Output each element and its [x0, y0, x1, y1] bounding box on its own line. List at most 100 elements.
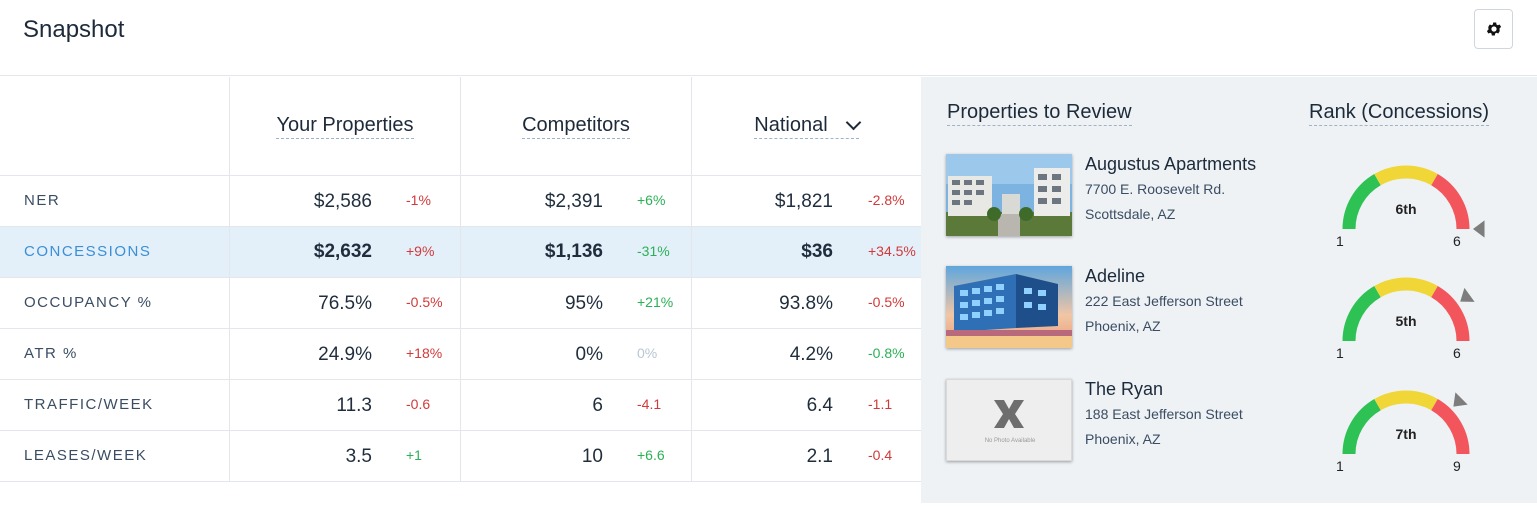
row-label: CONCESSIONS: [24, 243, 152, 260]
table-cell: $36 +34.5%: [691, 227, 921, 277]
gear-icon: [1486, 22, 1501, 36]
table-cell: $2,632 +9%: [229, 227, 460, 277]
cell-value: 6: [592, 395, 603, 416]
table-cell: 6 -4.1: [460, 380, 691, 430]
property-item[interactable]: No Photo Available The Ryan 188 East Jeffe…: [946, 379, 1366, 463]
rank-label: 5th: [1395, 313, 1417, 329]
table-cell: 2.1 -0.4: [691, 431, 921, 481]
cell-value: $2,632: [313, 241, 372, 262]
gauge-min-label: 1: [1336, 233, 1344, 249]
column-header-your-properties[interactable]: Your Properties: [229, 77, 460, 176]
property-address-line1: 7700 E. Roosevelt Rd.: [1085, 181, 1226, 197]
page-header: Snapshot: [0, 0, 1537, 76]
gauge-min-label: 1: [1336, 345, 1344, 361]
rank-label: 7th: [1395, 426, 1417, 442]
settings-button[interactable]: [1474, 9, 1513, 49]
cell-value: 6.4: [806, 395, 833, 416]
column-label: Competitors: [522, 114, 630, 139]
table-cell: $2,586 -1%: [229, 176, 460, 226]
cell-change: -1.1: [868, 396, 893, 412]
property-thumbnail[interactable]: [946, 266, 1072, 348]
cell-change: -1%: [406, 192, 431, 208]
rank-concessions-title[interactable]: Rank (Concessions): [1309, 101, 1490, 126]
page-title: Snapshot: [23, 16, 125, 43]
table-cell: 93.8% -0.5%: [691, 278, 921, 328]
cell-value: 10: [581, 446, 603, 467]
cell-value: 11.3: [336, 395, 372, 416]
rank-gauge: 7th 1 9: [1326, 374, 1486, 474]
rank-pointer: [1473, 220, 1485, 238]
column-label: Your Properties: [276, 114, 414, 139]
table-cell: 0% 0%: [460, 329, 691, 379]
table-cell: $1,136 -31%: [460, 227, 691, 277]
property-name[interactable]: The Ryan: [1085, 379, 1163, 400]
cell-change: -2.8%: [868, 192, 905, 208]
property-thumbnail[interactable]: [946, 154, 1072, 236]
table-cell: 24.9% +18%: [229, 329, 460, 379]
cell-change: -31%: [637, 243, 670, 259]
row-label: LEASES/WEEK: [24, 447, 148, 464]
property-address-line2: Phoenix, AZ: [1085, 431, 1161, 447]
cell-value: 2.1: [806, 446, 833, 467]
property-address-line2: Phoenix, AZ: [1085, 318, 1161, 334]
cell-value: $36: [801, 241, 833, 262]
cell-change: -0.4: [868, 447, 893, 463]
gauge-max-label: 6: [1453, 233, 1461, 249]
table-row[interactable]: CONCESSIONS $2,632 +9% $1,136 -31% $36 +34.5%: [0, 227, 921, 278]
cell-value: 93.8%: [779, 293, 833, 314]
property-thumbnail[interactable]: No Photo Available: [946, 379, 1072, 461]
property-address-line2: Scottsdale, AZ: [1085, 206, 1176, 222]
cell-value: $1,821: [774, 191, 833, 212]
column-header-competitors[interactable]: Competitors: [460, 77, 691, 176]
table-row[interactable]: NER $2,586 -1% $2,391 +6% $1,821 -2.8%: [0, 176, 921, 227]
cell-value: $1,136: [544, 241, 603, 262]
property-item[interactable]: Augustus Apartments 7700 E. Roosevelt Rd.…: [946, 154, 1366, 238]
property-name[interactable]: Adeline: [1085, 266, 1145, 287]
cell-value: 76.5%: [318, 293, 372, 314]
cell-change: -0.6: [406, 396, 431, 412]
property-address-line1: 222 East Jefferson Street: [1085, 293, 1243, 309]
row-label: OCCUPANCY %: [24, 294, 153, 311]
table-row[interactable]: TRAFFIC/WEEK 11.3 -0.6 6 -4.1 6.4 -1.1: [0, 380, 921, 431]
cell-change: +21%: [637, 294, 674, 310]
cell-change: 0%: [637, 345, 658, 361]
table-cell: 3.5 +1: [229, 431, 460, 481]
gauge-min-label: 1: [1336, 458, 1344, 474]
properties-to-review-panel: Properties to Review Rank (Concessions) …: [921, 77, 1537, 503]
rank-pointer: [1453, 392, 1468, 407]
cell-value: 95%: [564, 293, 603, 314]
cell-change: -0.5%: [406, 294, 443, 310]
table-cell: $2,391 +6%: [460, 176, 691, 226]
cell-change: +6.6: [637, 447, 665, 463]
cell-change: -0.5%: [868, 294, 905, 310]
cell-value: 4.2%: [789, 344, 833, 365]
gauge-max-label: 6: [1453, 345, 1461, 361]
table-cell: 6.4 -1.1: [691, 380, 921, 430]
property-name[interactable]: Augustus Apartments: [1085, 154, 1256, 175]
cell-change: +18%: [406, 345, 443, 361]
cell-value: 0%: [575, 344, 603, 365]
snapshot-table: Your Properties Competitors National NER…: [0, 77, 921, 482]
rank-gauge: 5th 1 6: [1326, 261, 1486, 361]
national-select: National: [754, 114, 861, 139]
table-row[interactable]: LEASES/WEEK 3.5 +1 10 +6.6 2.1 -0.4: [0, 431, 921, 482]
rank-label: 6th: [1395, 201, 1417, 217]
properties-to-review-title[interactable]: Properties to Review: [947, 101, 1132, 126]
rank-gauge: 6th 1 6: [1326, 149, 1486, 249]
cell-change: +1: [406, 447, 422, 463]
rank-pointer: [1460, 287, 1475, 302]
cell-change: +6%: [637, 192, 666, 208]
table-cell: 76.5% -0.5%: [229, 278, 460, 328]
property-item[interactable]: Adeline 222 East Jefferson Street Phoenix,…: [946, 266, 1366, 350]
cell-value: $2,391: [544, 191, 603, 212]
table-cell: 11.3 -0.6: [229, 380, 460, 430]
chevron-down-icon: [845, 114, 861, 130]
property-address-line1: 188 East Jefferson Street: [1085, 406, 1243, 422]
cell-change: +9%: [406, 243, 435, 259]
cell-change: +34.5%: [868, 243, 916, 259]
table-row[interactable]: ATR % 24.9% +18% 0% 0% 4.2% -0.8%: [0, 329, 921, 380]
table-row[interactable]: OCCUPANCY % 76.5% -0.5% 95% +21% 93.8% -0.5%: [0, 278, 921, 329]
column-header-national-dropdown[interactable]: National: [691, 77, 921, 176]
cell-change: -0.8%: [868, 345, 905, 361]
row-label-header: [0, 77, 229, 176]
